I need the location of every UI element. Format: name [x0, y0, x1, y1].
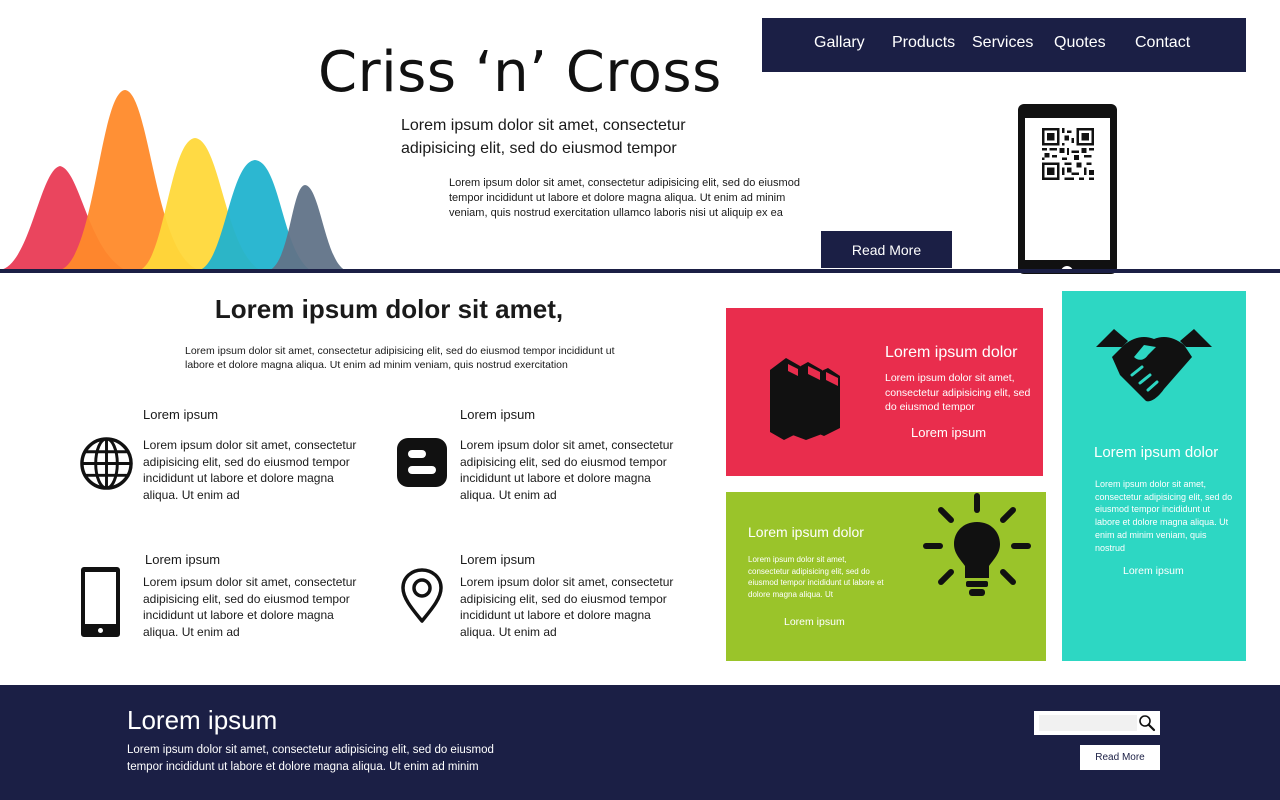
red-tile-heading: Lorem ipsum dolor [885, 344, 1018, 361]
search-input[interactable] [1039, 715, 1137, 731]
red-tile-text: Lorem ipsum dolor sit amet, consectetur … [885, 372, 1031, 413]
feature-title-blogger: Lorem ipsum [460, 407, 536, 422]
teal-tile-link[interactable]: Lorem ipsum [1123, 565, 1184, 577]
hero-divider [0, 269, 1280, 273]
nav-item-services[interactable]: Services [972, 34, 1033, 52]
feature-text-blogger: Lorem ipsum dolor sit amet, consectetur … [460, 438, 674, 502]
footer-text: Lorem ipsum dolor sit amet, consectetur … [127, 744, 494, 773]
section-heading: Lorem ipsum dolor sit amet, [214, 294, 564, 324]
mobile-phone-icon [81, 567, 120, 637]
read-more-button[interactable]: Read More [821, 231, 952, 268]
feature-text-globe: Lorem ipsum dolor sit amet, consectetur … [143, 438, 357, 502]
nav-item-quotes[interactable]: Quotes [1054, 34, 1106, 52]
section-description: Lorem ipsum dolor sit amet, consectetur … [185, 345, 615, 371]
feature-title-globe: Lorem ipsum [143, 407, 219, 422]
green-tile-link[interactable]: Lorem ipsum [784, 616, 845, 628]
nav-item-contact[interactable]: Contact [1135, 34, 1190, 52]
colorful-waves-graphic [0, 90, 345, 270]
hero-tagline: Lorem ipsum dolor sit amet, consectetur … [401, 117, 686, 157]
blogger-icon [397, 438, 447, 487]
qr-code-icon [1042, 128, 1094, 180]
phone-illustration [1018, 104, 1117, 274]
feature-title-mobile: Lorem ipsum [145, 552, 221, 567]
footer-title: Lorem ipsum [127, 705, 278, 735]
footer: Lorem ipsum Lorem ipsum dolor sit amet, … [0, 685, 1280, 800]
search-icon[interactable] [1138, 714, 1156, 732]
green-tile-text: Lorem ipsum dolor sit amet, consectetur … [748, 555, 884, 599]
brand-title: Criss ‘n’ Cross [318, 40, 722, 105]
books-icon [770, 358, 840, 440]
green-feature-tile: Lorem ipsum dolor Lorem ipsum dolor sit … [726, 492, 1046, 661]
hero-section: Criss ‘n’ Cross Lorem ipsum dolor sit am… [0, 0, 1280, 274]
location-pin-icon [401, 568, 443, 623]
nav-item-gallary[interactable]: Gallary [814, 34, 865, 52]
lightbulb-icon [923, 493, 1031, 596]
search-box [1034, 711, 1160, 735]
globe-icon [80, 437, 133, 490]
green-tile-heading: Lorem ipsum dolor [748, 524, 864, 540]
hero-description: Lorem ipsum dolor sit amet, consectetur … [449, 177, 800, 219]
nav-item-products[interactable]: Products [892, 34, 955, 52]
feature-text-location: Lorem ipsum dolor sit amet, consectetur … [460, 575, 674, 639]
red-tile-link[interactable]: Lorem ipsum [911, 425, 986, 440]
teal-tile-text: Lorem ipsum dolor sit amet, consectetur … [1095, 479, 1233, 553]
feature-title-location: Lorem ipsum [460, 552, 536, 567]
footer-read-more-button[interactable]: Read More [1080, 745, 1160, 770]
handshake-icon [1096, 329, 1212, 402]
feature-text-mobile: Lorem ipsum dolor sit amet, consectetur … [143, 575, 357, 639]
red-feature-tile: Lorem ipsum dolor Lorem ipsum dolor sit … [726, 308, 1043, 476]
main-navigation: Gallary Products Services Quotes Contact [762, 18, 1246, 72]
teal-feature-tile: Lorem ipsum dolor Lorem ipsum dolor sit … [1062, 291, 1246, 661]
phone-screen [1025, 118, 1110, 260]
teal-tile-heading: Lorem ipsum dolor [1094, 444, 1219, 461]
